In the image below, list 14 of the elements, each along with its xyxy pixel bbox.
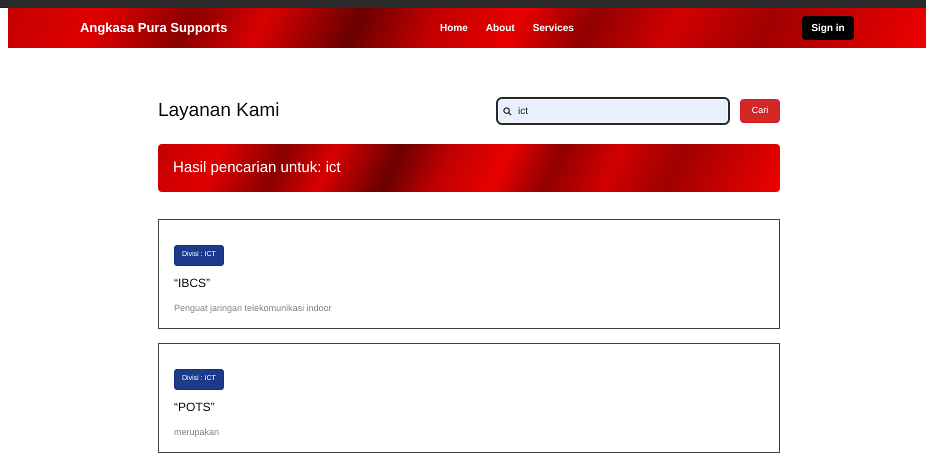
nav-link[interactable]: Services: [532, 20, 574, 36]
search-button[interactable]: Cari: [740, 99, 780, 123]
service-title: “IBCS”: [174, 274, 211, 292]
brand-name[interactable]: Angkasa Pura Supports: [80, 18, 430, 38]
service-description: merupakan: [174, 426, 220, 439]
sign-in-button[interactable]: Sign in: [802, 16, 854, 40]
search-field[interactable]: ict: [496, 97, 730, 125]
page-title: Layanan Kami: [158, 98, 280, 123]
nav-link[interactable]: About: [486, 20, 515, 36]
banner-text: Hasil pencarian untuk: ict: [173, 158, 341, 178]
service-title: “POTS”: [174, 398, 216, 416]
search-icon: [503, 107, 512, 116]
service-description: Penguat jaringan telekomunikasi indoor: [174, 302, 333, 315]
nav-link[interactable]: Home: [440, 20, 468, 36]
